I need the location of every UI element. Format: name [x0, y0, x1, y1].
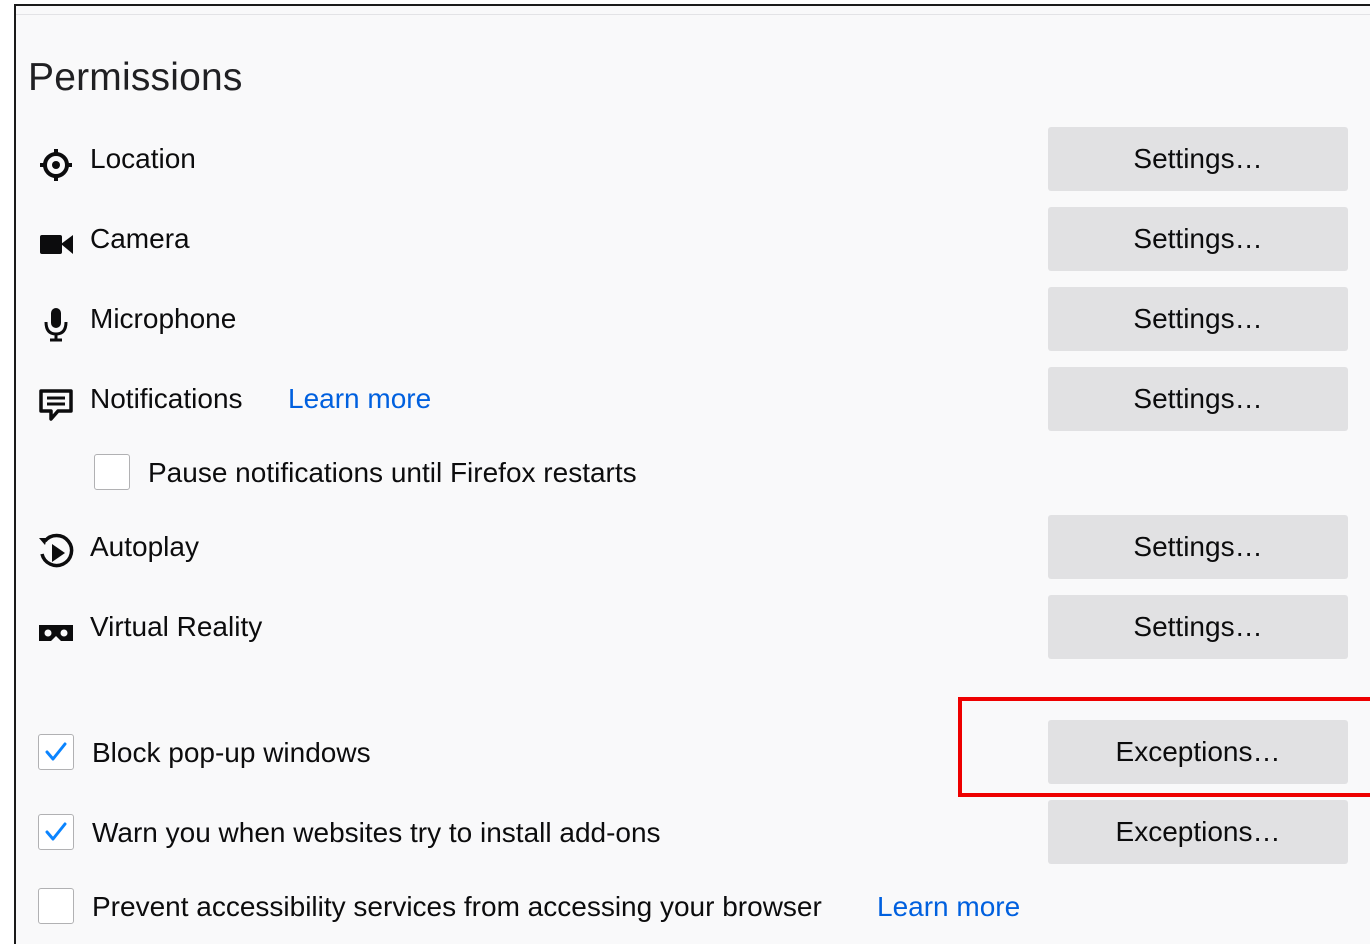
virtual-reality-label: Virtual Reality: [90, 611, 263, 642]
camera-settings-button[interactable]: Settings…: [1048, 207, 1348, 271]
prevent-accessibility-label: Prevent accessibility services from acce…: [92, 891, 822, 922]
location-icon: [36, 144, 76, 184]
notifications-settings-button[interactable]: Settings…: [1048, 367, 1348, 431]
warn-addons-checkbox[interactable]: [38, 814, 74, 850]
location-label: Location: [90, 143, 196, 174]
camera-icon: [36, 224, 76, 264]
location-settings-button[interactable]: Settings…: [1048, 127, 1348, 191]
autoplay-settings-button[interactable]: Settings…: [1048, 515, 1348, 579]
microphone-settings-button[interactable]: Settings…: [1048, 287, 1348, 351]
block-popups-label: Block pop-up windows: [92, 737, 371, 768]
autoplay-label: Autoplay: [90, 531, 199, 562]
permissions-panel: Permissions Location Settings… Camera Se…: [14, 4, 1370, 944]
notifications-icon: [36, 384, 76, 424]
warn-addons-label: Warn you when websites try to install ad…: [92, 817, 661, 848]
microphone-icon: [36, 304, 76, 344]
block-popups-exceptions-button[interactable]: Exceptions…: [1048, 720, 1348, 784]
microphone-label: Microphone: [90, 303, 237, 334]
virtual-reality-settings-button[interactable]: Settings…: [1048, 595, 1348, 659]
warn-addons-exceptions-button[interactable]: Exceptions…: [1048, 800, 1348, 864]
camera-label: Camera: [90, 223, 190, 254]
virtual-reality-icon: [36, 612, 76, 652]
divider: [16, 14, 1370, 15]
pause-notifications-label: Pause notifications until Firefox restar…: [148, 457, 637, 488]
pause-notifications-checkbox[interactable]: [94, 454, 130, 490]
checkmark-icon: [45, 742, 67, 761]
section-title: Permissions: [28, 56, 243, 99]
block-popups-checkbox[interactable]: [38, 734, 74, 770]
prevent-accessibility-checkbox[interactable]: [38, 888, 74, 924]
autoplay-icon: [36, 532, 76, 572]
accessibility-learn-more-link[interactable]: Learn more: [877, 891, 1020, 923]
notifications-label: Notifications: [90, 383, 243, 414]
checkmark-icon: [45, 822, 67, 841]
notifications-learn-more-link[interactable]: Learn more: [288, 383, 431, 415]
